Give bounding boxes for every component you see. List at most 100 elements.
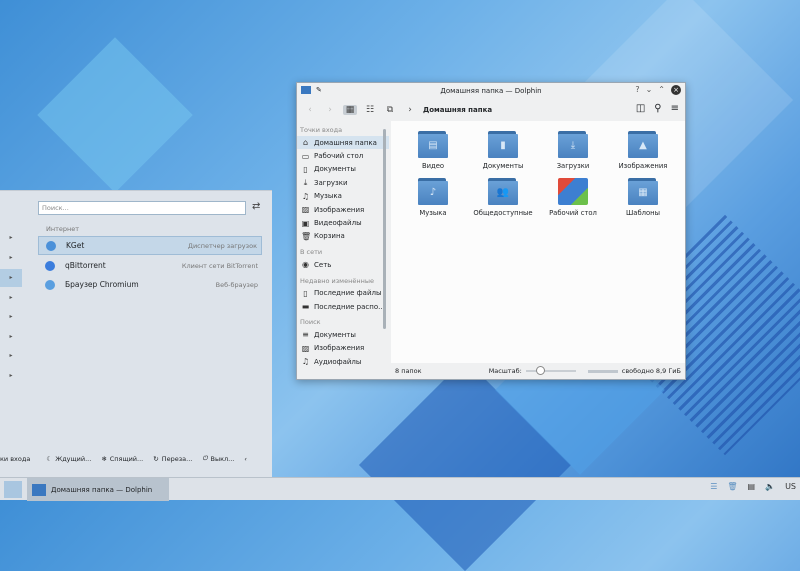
category-arrow[interactable]: ▸ <box>0 269 22 287</box>
places-item[interactable]: ▣ Видеофайлы <box>297 216 389 229</box>
help-icon[interactable]: ? <box>635 85 639 95</box>
sleep-label: Ждущий... <box>55 454 92 463</box>
restart-button[interactable]: ↻ Переза... <box>153 455 192 463</box>
menu-icon[interactable]: ≡ <box>671 103 679 114</box>
place-icon: ▭ <box>301 151 310 161</box>
folder-icon: ▲ <box>628 131 658 158</box>
places-section-header: Точки входа <box>300 126 343 134</box>
folder-icon: ▦ <box>628 178 658 205</box>
leave-button[interactable]: ки входа <box>0 455 30 463</box>
app-name: Браузер Chromium <box>65 280 139 289</box>
places-item[interactable]: ▯ Последние файлы <box>297 287 389 300</box>
folder-icon: 👥 <box>488 178 518 205</box>
more-button[interactable]: ‹ <box>244 455 247 463</box>
place-icon: ≡ <box>302 330 309 340</box>
places-item[interactable]: ▨ Изображения <box>297 203 389 216</box>
place-label: Рабочий стол <box>314 152 364 161</box>
filter-icon[interactable]: ⇄ <box>252 201 260 212</box>
folder-item[interactable]: ♪ Музыка <box>398 178 468 217</box>
places-item[interactable]: ⌂ Домашняя папка <box>297 136 389 150</box>
place-icon: ♫ <box>301 357 310 367</box>
task-dolphin[interactable]: Домашняя папка — Dolphin <box>27 478 169 501</box>
place-label: Домашняя папка <box>314 138 377 147</box>
category-arrow[interactable]: ▸ <box>0 289 22 307</box>
places-item[interactable]: ◉ Сеть <box>297 258 389 271</box>
folder-icon: ▮ <box>488 131 518 158</box>
places-item[interactable]: ▬ Последние распо... <box>297 300 389 313</box>
task-label: Домашняя папка — Dolphin <box>51 485 153 494</box>
folder-name: Документы <box>482 162 524 170</box>
titlebar: ✎ Домашняя папка — Dolphin ? ⌄ ⌃ × <box>297 83 685 98</box>
places-item[interactable]: ♫ Музыка <box>297 190 389 203</box>
app-chromium[interactable]: Браузер Chromium Веб-браузер <box>38 275 262 294</box>
place-icon: ▯ <box>303 288 308 298</box>
chevron-left-icon: ‹ <box>244 454 247 463</box>
slider-handle[interactable] <box>535 366 545 375</box>
category-arrow[interactable]: ▸ <box>0 347 22 365</box>
category-arrow[interactable]: ▸ <box>0 229 22 247</box>
snowflake-icon: ❄ <box>101 454 107 463</box>
places-item[interactable]: ≡ Документы <box>297 328 389 341</box>
search-icon[interactable]: ⚲ <box>654 103 661 114</box>
breadcrumb[interactable]: Домашняя папка <box>423 106 492 114</box>
minimize-icon[interactable]: ⌄ <box>646 85 653 95</box>
back-icon[interactable]: ‹ <box>303 105 317 115</box>
places-section-header: Недавно изменённые <box>300 276 374 285</box>
app-name: KGet <box>66 241 85 250</box>
scrollbar[interactable] <box>383 129 386 329</box>
compact-view-icon[interactable]: ☷ <box>363 105 377 115</box>
free-space-bar <box>587 369 618 373</box>
folder-app-icon <box>301 86 311 94</box>
folder-item[interactable]: ▤ Видео <box>398 131 468 170</box>
details-view-icon[interactable]: ⧉ <box>383 105 397 115</box>
settings-icon[interactable]: ☰ <box>710 482 717 491</box>
clipboard-icon[interactable]: ▤ <box>748 482 756 491</box>
category-arrow[interactable]: ▸ <box>0 249 22 267</box>
folder-icon: ♪ <box>418 178 448 205</box>
zoom-slider[interactable] <box>525 366 576 375</box>
folder-item[interactable]: Рабочий стол <box>538 178 608 217</box>
folder-item[interactable]: 👥 Общедоступные <box>468 178 538 217</box>
category-arrow[interactable]: ▸ <box>0 328 22 346</box>
places-item[interactable]: ▭ Рабочий стол <box>297 149 389 162</box>
free-space: свободно 8,9 ГиБ <box>621 367 681 375</box>
qbittorrent-icon <box>45 260 55 271</box>
folder-icon: ⤓ <box>558 131 588 158</box>
split-view-icon[interactable]: ◫ <box>636 103 645 114</box>
app-kget[interactable]: KGet Диспетчер загрузок <box>38 236 262 255</box>
folder-item[interactable]: ▲ Изображения <box>608 131 678 170</box>
places-item[interactable]: ▯ Документы <box>297 163 389 176</box>
dolphin-window: ✎ Домашняя папка — Dolphin ? ⌄ ⌃ × ‹ › ▦ ☷ … <box>296 82 686 380</box>
keyboard-layout[interactable]: US <box>785 482 796 491</box>
folder-name: Общедоступные <box>473 209 533 217</box>
pager-icon[interactable] <box>4 481 22 498</box>
places-item[interactable]: ▨ Изображения <box>297 342 389 355</box>
folder-item[interactable]: ⤓ Загрузки <box>538 131 608 170</box>
places-section-header: Поиск <box>300 318 321 327</box>
place-icon: ⤓ <box>303 177 308 187</box>
close-icon[interactable]: × <box>671 85 681 95</box>
category-arrow[interactable]: ▸ <box>0 308 22 326</box>
sleep-button[interactable]: ☾ Ждущий... <box>46 455 91 463</box>
desktop-folder-icon <box>558 178 588 205</box>
icons-view-icon[interactable]: ▦ <box>343 104 357 115</box>
volume-icon[interactable]: 🔈 <box>765 482 775 491</box>
pin-icon[interactable]: ✎ <box>316 86 322 94</box>
folder-item[interactable]: ▮ Документы <box>468 131 538 170</box>
hibernate-label: Спящий... <box>109 454 144 463</box>
places-item[interactable]: 🗑 Корзина <box>297 230 389 243</box>
application-launcher: ▸ ▸ ▸ ▸ ▸ ▸ ▸ ▸ Поиск... ⇄ Интернет KGet… <box>0 190 272 477</box>
category-arrow[interactable]: ▸ <box>0 367 22 385</box>
maximize-icon[interactable]: ⌃ <box>658 85 665 95</box>
places-item[interactable]: ♫ Аудиофайлы <box>297 355 389 368</box>
folder-item[interactable]: ▦ Шаблоны <box>608 178 678 217</box>
folder-name: Изображения <box>618 162 668 170</box>
app-qbittorrent[interactable]: qBittorrent Клиент сети BitTorrent <box>38 256 262 275</box>
trash-icon[interactable]: 🗑 <box>727 482 737 491</box>
shutdown-button[interactable]: ⏻ Выкл... <box>202 454 234 463</box>
hibernate-button[interactable]: ❄ Спящий... <box>101 455 143 463</box>
search-input[interactable]: Поиск... <box>38 201 246 215</box>
places-item[interactable]: ⤓ Загрузки <box>297 176 389 189</box>
forward-icon[interactable]: › <box>323 105 337 115</box>
folder-name: Шаблоны <box>626 209 660 217</box>
